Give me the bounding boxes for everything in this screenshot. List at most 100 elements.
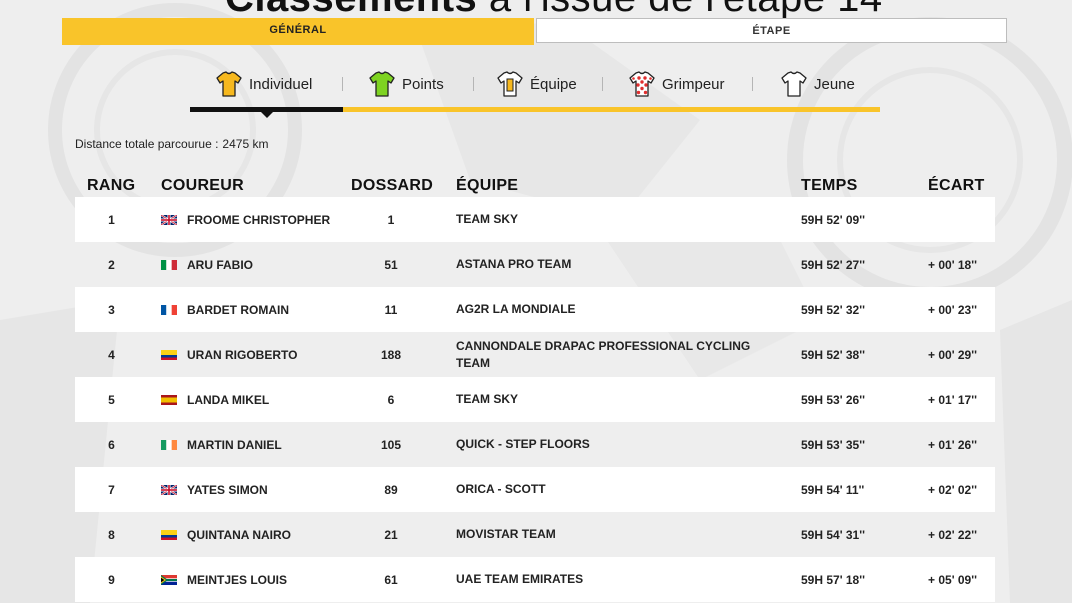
rider-name[interactable]: URAN RIGOBERTO [187, 332, 297, 377]
gap-cell: + 05' 09'' [928, 572, 977, 587]
table-row[interactable]: 7 YATES SIMON 89 ORICA - SCOTT 59H 54' 11'' +… [75, 467, 995, 512]
gap-cell: + 00' 18'' [928, 257, 977, 272]
time-cell: 59H 53' 35'' [801, 437, 865, 452]
rider-name[interactable]: FROOME CHRISTOPHER [187, 197, 330, 242]
table-row[interactable]: 4 URAN RIGOBERTO 188 CANNONDALE DRAPAC PROF… [75, 332, 995, 377]
team-name[interactable]: CANNONDALE DRAPAC PROFESSIONAL CYCLING T… [456, 332, 756, 377]
gap-cell: + 00' 29'' [928, 347, 977, 362]
rank-cell: 1 [108, 212, 115, 227]
page-title-rest: à l'issue de l'étape 14 [477, 0, 882, 20]
team-name[interactable]: QUICK - STEP FLOORS [456, 422, 756, 467]
total-distance-label: Distance totale parcourue : [75, 137, 219, 151]
header-team: ÉQUIPE [456, 177, 519, 194]
bib-number: 11 [384, 302, 398, 317]
rider-name[interactable]: BARDET ROMAIN [187, 287, 289, 332]
gb-flag-icon [161, 197, 177, 242]
bib-number: 61 [384, 572, 398, 587]
tab-points-label: Points [402, 75, 444, 93]
fr-flag-icon [161, 287, 177, 332]
table-row[interactable]: 8 QUINTANA NAIRO 21 MOVISTAR TEAM 59H 54' 31… [75, 512, 995, 557]
bib-number: 6 [387, 392, 395, 407]
team-name[interactable]: MOVISTAR TEAM [456, 512, 756, 557]
rank-cell: 6 [108, 437, 115, 452]
time-cell: 59H 54' 31'' [801, 527, 865, 542]
rider-name[interactable]: YATES SIMON [187, 467, 268, 512]
tab-individuel-label: Individuel [249, 75, 313, 93]
time-cell: 59H 52' 38'' [801, 347, 865, 362]
tab-equipe-label: Équipe [530, 75, 577, 93]
rank-cell: 9 [108, 572, 115, 587]
total-distance-value: 2475 km [222, 137, 269, 151]
tab-jeune[interactable]: Jeune [779, 62, 855, 106]
tab-underline [343, 107, 880, 112]
co-flag-icon [161, 512, 177, 557]
time-cell: 59H 57' 18'' [801, 572, 865, 587]
header-rank: RANG [87, 177, 136, 194]
team-name[interactable]: UAE TEAM EMIRATES [456, 557, 756, 602]
time-cell: 59H 53' 26'' [801, 392, 865, 407]
tab-grimpeur[interactable]: Grimpeur [627, 62, 725, 106]
za-flag-icon [161, 557, 177, 602]
tab-points[interactable]: Points [367, 62, 444, 106]
table-row[interactable]: 9 MEINTJES LOUIS 61 UAE TEAM EMIRATES 59H 57… [75, 557, 995, 602]
gap-cell: + 01' 26'' [928, 437, 977, 452]
tab-etape[interactable]: ÉTAPE [536, 18, 1007, 43]
gb-flag-icon [161, 467, 177, 512]
time-cell: 59H 54' 11'' [801, 482, 865, 497]
team-name[interactable]: ORICA - SCOTT [456, 467, 756, 512]
tab-separator [752, 77, 753, 91]
team-name[interactable]: TEAM SKY [456, 377, 756, 422]
active-tab-arrow [261, 112, 273, 118]
time-cell: 59H 52' 27'' [801, 257, 865, 272]
bib-number: 105 [380, 437, 402, 452]
rank-cell: 5 [108, 392, 115, 407]
tab-individuel[interactable]: Individuel [214, 62, 312, 106]
tab-separator [473, 77, 474, 91]
tab-jeune-label: Jeune [814, 75, 855, 93]
white-jersey-icon [781, 71, 807, 97]
tab-separator [602, 77, 603, 91]
time-cell: 59H 52' 09'' [801, 212, 865, 227]
tab-general[interactable]: GÉNÉRAL [62, 18, 534, 45]
gap-cell: + 02' 02'' [928, 482, 977, 497]
classification-table: RANG COUREUR DOSSARD ÉQUIPE TEMPS ÉCART … [75, 175, 995, 602]
ie-flag-icon [161, 422, 177, 467]
tab-separator [342, 77, 343, 91]
table-row[interactable]: 5 LANDA MIKEL 6 TEAM SKY 59H 53' 26'' + 01' 1… [75, 377, 995, 422]
header-time: TEMPS [801, 177, 858, 194]
team-name[interactable]: ASTANA PRO TEAM [456, 242, 756, 287]
rider-name[interactable]: ARU FABIO [187, 242, 253, 287]
header-bib: DOSSARD [351, 177, 434, 194]
team-jersey-icon [497, 71, 523, 97]
page-title-bold: Classements [225, 0, 477, 20]
table-row[interactable]: 2 ARU FABIO 51 ASTANA PRO TEAM 59H 52' 27'' +… [75, 242, 995, 287]
rider-name[interactable]: QUINTANA NAIRO [187, 512, 291, 557]
polka-dot-jersey-icon [629, 71, 655, 97]
table-row[interactable]: 3 BARDET ROMAIN 11 AG2R LA MONDIALE 59H 52' … [75, 287, 995, 332]
es-flag-icon [161, 377, 177, 422]
rider-name[interactable]: MARTIN DANIEL [187, 422, 282, 467]
header-rider: COUREUR [161, 177, 244, 194]
classification-main-tabs: GÉNÉRAL ÉTAPE [62, 18, 1007, 45]
gap-cell: + 00' 23'' [928, 302, 977, 317]
table-row[interactable]: 1 FROOME CHRISTOPHER 1 TEAM SKY 59H 52' 09'' [75, 197, 995, 242]
table-body: 1 FROOME CHRISTOPHER 1 TEAM SKY 59H 52' 09''… [75, 197, 995, 602]
team-name[interactable]: TEAM SKY [456, 197, 756, 242]
page-title: Classements à l'issue de l'étape 14 [225, 0, 883, 18]
it-flag-icon [161, 242, 177, 287]
total-distance: Distance totale parcourue :2475 km [75, 137, 268, 151]
yellow-jersey-icon [216, 71, 242, 97]
team-name[interactable]: AG2R LA MONDIALE [456, 287, 756, 332]
table-row[interactable]: 6 MARTIN DANIEL 105 QUICK - STEP FLOORS 59H … [75, 422, 995, 467]
bib-number: 89 [384, 482, 398, 497]
rider-name[interactable]: MEINTJES LOUIS [187, 557, 287, 602]
green-jersey-icon [369, 71, 395, 97]
rider-name[interactable]: LANDA MIKEL [187, 377, 269, 422]
tab-equipe[interactable]: Équipe [495, 62, 577, 106]
rank-cell: 4 [108, 347, 115, 362]
co-flag-icon [161, 332, 177, 377]
gap-cell: + 02' 22'' [928, 527, 977, 542]
rank-cell: 7 [108, 482, 115, 497]
header-gap: ÉCART [928, 177, 985, 194]
time-cell: 59H 52' 32'' [801, 302, 865, 317]
